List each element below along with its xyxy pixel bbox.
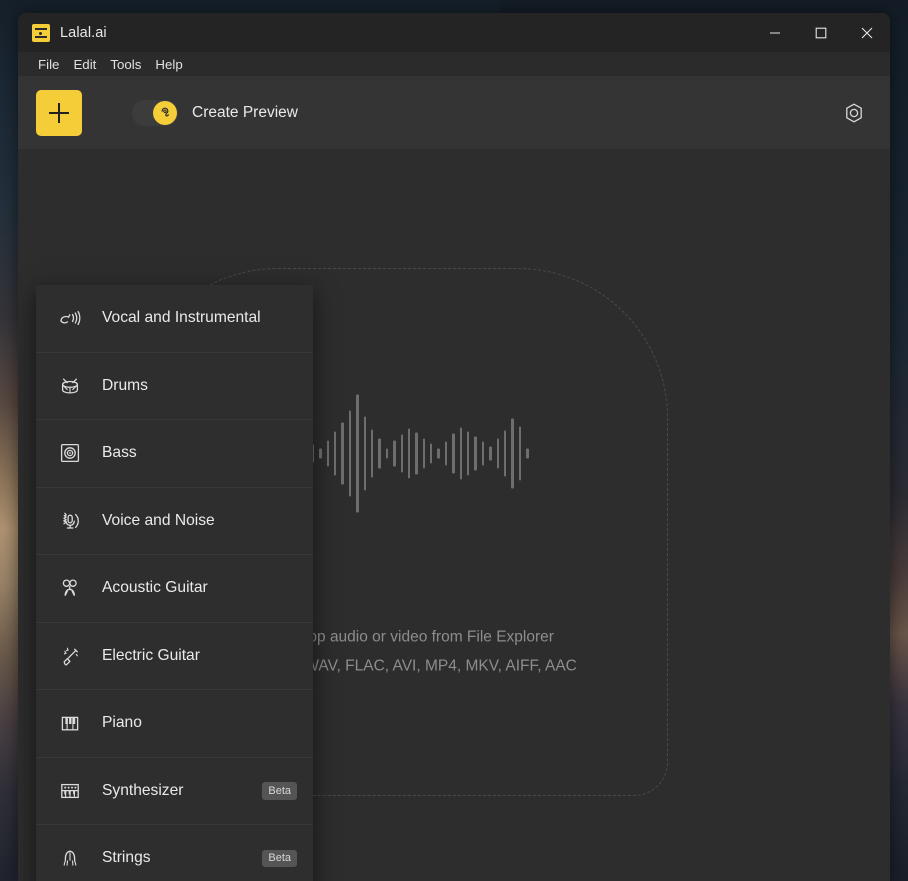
waveform-bar [393, 440, 396, 467]
vocal-instrumental-icon [53, 304, 87, 332]
stem-item-electric-guitar[interactable]: Electric Guitar [36, 623, 313, 690]
waveform-bar [370, 429, 374, 478]
waveform-bar [444, 441, 448, 466]
window-title: Lalal.ai [60, 24, 107, 41]
beta-badge: Beta [262, 782, 297, 800]
waveform-bar [348, 410, 352, 497]
waveform-bar [481, 441, 485, 466]
stem-item-label: Bass [102, 444, 137, 462]
stem-item-label: Strings [102, 849, 151, 867]
waveform-bar [319, 448, 322, 459]
stem-item-synthesizer[interactable]: Synthesizer Beta [36, 758, 313, 825]
application-window: Lalal.ai File Edit Tools Help Create Pre… [18, 13, 890, 881]
stem-item-label: Voice and Noise [102, 511, 215, 529]
waveform-bar [526, 448, 529, 459]
close-icon[interactable] [844, 13, 890, 52]
stem-item-label: Piano [102, 714, 142, 732]
stem-type-dropdown-menu: Vocal and Instrumental Drums Bass Voice and… [36, 285, 313, 881]
add-file-button[interactable] [36, 89, 82, 136]
stem-item-vocal-and-instrumental[interactable]: Vocal and Instrumental [36, 285, 313, 353]
menu-bar: File Edit Tools Help [18, 52, 890, 76]
stem-item-label: Drums [102, 376, 148, 394]
maximize-icon[interactable] [798, 13, 844, 52]
stem-item-label: Acoustic Guitar [102, 579, 208, 597]
waveform-bar [407, 428, 411, 479]
menu-item-edit[interactable]: Edit [67, 55, 104, 74]
stem-item-label: Vocal and Instrumental [102, 309, 261, 327]
waveform-bar [503, 430, 507, 477]
ear-icon [153, 100, 177, 125]
waveform-bar [400, 434, 403, 473]
waveform-bar [459, 427, 463, 480]
create-preview-label: Create Preview [192, 103, 298, 121]
waveform-bar [341, 422, 344, 485]
menu-item-help[interactable]: Help [149, 55, 190, 74]
create-preview-toggle[interactable]: Create Preview [132, 99, 298, 126]
stem-item-label: Electric Guitar [102, 646, 200, 664]
bass-speaker-icon [53, 439, 87, 467]
stem-item-label: Synthesizer [102, 781, 184, 799]
stem-item-drums[interactable]: Drums [36, 353, 313, 420]
toolbar: Create Preview [18, 76, 890, 149]
waveform-bar [467, 431, 470, 476]
waveform-bar [511, 418, 514, 489]
stem-item-piano[interactable]: Piano [36, 690, 313, 758]
strings-harp-icon [53, 844, 87, 872]
voice-noise-microphone-icon [53, 507, 87, 535]
menu-item-file[interactable]: File [32, 55, 67, 74]
waveform-bar [437, 448, 440, 459]
stem-item-voice-and-noise[interactable]: Voice and Noise [36, 488, 313, 555]
waveform-bar [333, 431, 337, 476]
synthesizer-icon [53, 777, 87, 805]
waveform-bar [496, 438, 499, 469]
beta-badge: Beta [262, 849, 297, 867]
waveform-bar [385, 448, 389, 459]
waveform-bar [518, 426, 522, 481]
stem-item-strings[interactable]: Strings Beta [36, 825, 313, 881]
menu-item-tools[interactable]: Tools [104, 55, 149, 74]
stem-item-acoustic-guitar[interactable]: Acoustic Guitar [36, 555, 313, 623]
waveform-bar [363, 416, 366, 491]
drums-icon [53, 372, 87, 400]
window-controls [752, 13, 890, 52]
waveform-bar [415, 432, 418, 475]
electric-guitar-icon [53, 642, 87, 670]
waveform-bar [430, 443, 433, 464]
waveform-bar [474, 436, 477, 471]
main-content: Drag & drop audio or video from File Exp… [18, 149, 890, 881]
acoustic-guitar-icon [53, 574, 87, 602]
hex-nut-settings-icon[interactable] [840, 99, 868, 127]
waveform-bar [326, 440, 329, 467]
waveform-bar [422, 438, 426, 469]
waveform-bar [452, 433, 455, 474]
title-bar[interactable]: Lalal.ai [18, 13, 890, 52]
lalal-divider-logo-icon [32, 23, 50, 42]
stem-item-bass[interactable]: Bass [36, 420, 313, 488]
waveform-bar [356, 394, 359, 513]
minimize-icon[interactable] [752, 13, 798, 52]
toggle-track[interactable] [132, 99, 178, 126]
waveform-bar [489, 446, 492, 461]
piano-keys-icon [53, 709, 87, 737]
waveform-bar [378, 438, 381, 469]
